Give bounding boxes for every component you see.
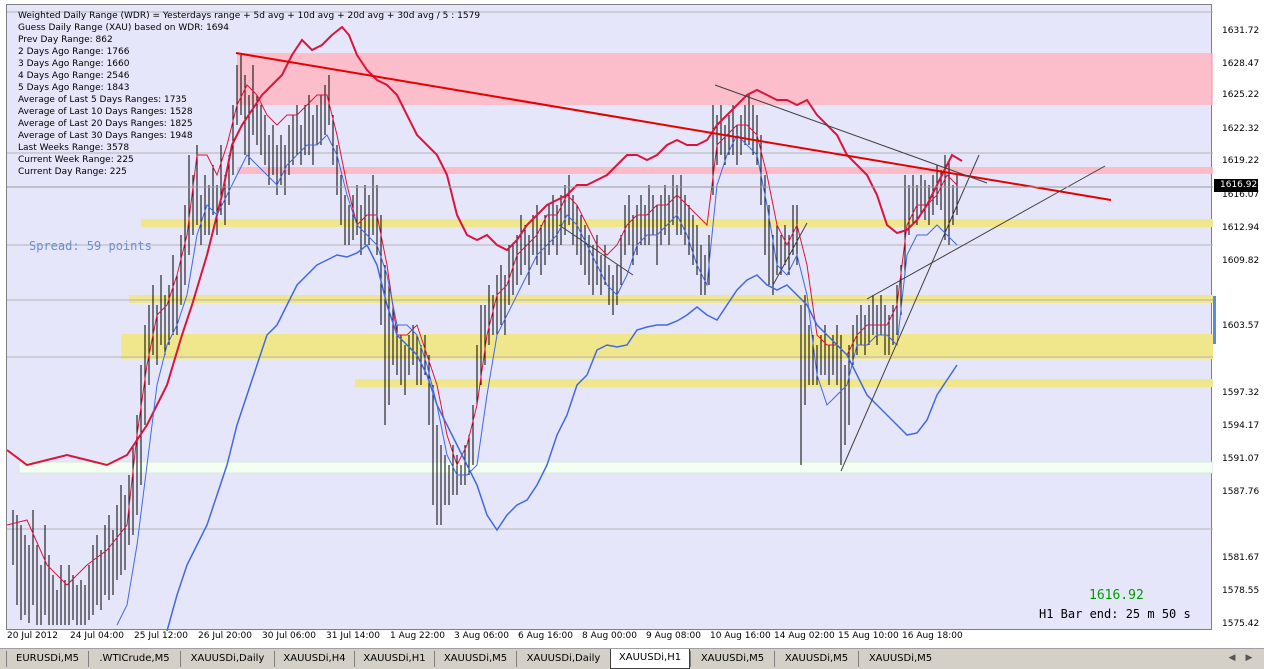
level-label: 1600.70 xyxy=(1222,353,1260,363)
time-tick: 15 Aug 10:00 xyxy=(838,631,899,641)
info-line: Guess Daily Range (XAU) based on WDR: 16… xyxy=(18,23,229,33)
info-line: 5 Days Ago Range: 1843 xyxy=(18,83,130,93)
level-label: 1633.39 xyxy=(1222,6,1260,16)
time-tick: 9 Aug 08:00 xyxy=(646,631,701,641)
info-line: Current Day Range: 225 xyxy=(18,167,127,177)
tab-xauusdi-m5[interactable]: XAUUSDi,M5 xyxy=(434,651,516,667)
price-tick: 1581.67 xyxy=(1222,553,1260,563)
level-label: 1618.37 xyxy=(1222,167,1260,177)
tab-xauusdi-h1-active[interactable]: XAUUSDi,H1 xyxy=(610,649,690,669)
chart-window[interactable]: Weighted Daily Range (WDR) = Yesterdays … xyxy=(0,0,1264,648)
thin-trendline-2 xyxy=(840,154,980,472)
price-tick: 1603.57 xyxy=(1222,321,1260,331)
price-tick: 1628.47 xyxy=(1222,59,1260,69)
time-tick: 1 Aug 22:00 xyxy=(390,631,445,641)
thin-trendline-4 xyxy=(558,224,634,276)
time-tick: 3 Aug 06:00 xyxy=(454,631,509,641)
price-scale-marker[interactable] xyxy=(1213,296,1216,344)
level-label: 1602.50 xyxy=(1222,335,1260,345)
time-tick: 8 Aug 00:00 xyxy=(582,631,637,641)
price-chart-area[interactable]: Weighted Daily Range (WDR) = Yesterdays … xyxy=(6,4,1213,631)
level-label: 1611.44 xyxy=(1222,239,1260,249)
info-line: Average of Last 5 Days Ranges: 1735 xyxy=(18,95,187,105)
time-tick: 31 Jul 14:00 xyxy=(326,631,380,641)
triangle-right-icon[interactable]: ▶ xyxy=(1243,652,1255,665)
tab-xauusdi-daily-2[interactable]: XAUUSDi,Daily xyxy=(516,651,610,667)
time-tick: 14 Aug 02:00 xyxy=(774,631,835,641)
tab-eurusdi-m5[interactable]: EURUSDi,M5 xyxy=(6,651,88,667)
current-price-marker: 1616.92 xyxy=(1214,179,1258,192)
time-tick: 30 Jul 06:00 xyxy=(262,631,316,641)
level-label: 1589.76 xyxy=(1222,467,1260,477)
tab-wticrude-m5[interactable]: .WTICrude,M5 xyxy=(88,651,180,667)
price-tick: 1575.42 xyxy=(1222,619,1260,629)
info-line: 2 Days Ago Range: 1766 xyxy=(18,47,130,57)
tab-xauusdi-m5-4[interactable]: XAUUSDi,M5 xyxy=(858,651,942,667)
low-zone xyxy=(18,461,1213,474)
info-line: Average of Last 10 Days Ranges: 1528 xyxy=(18,107,193,117)
tab-xauusdi-m5-3[interactable]: XAUUSDi,M5 xyxy=(774,651,858,667)
support-zone-4 xyxy=(355,379,1213,387)
info-line: Last Weeks Range: 3578 xyxy=(18,143,130,153)
support-zone-3 xyxy=(121,334,1213,359)
chart-tab-bar: EURUSDi,M5 .WTICrude,M5 XAUUSDi,Daily XA… xyxy=(0,648,1264,669)
level-label: 1606.37 xyxy=(1222,294,1260,304)
spread-label: Spread: 59 points xyxy=(29,239,152,253)
time-tick: 20 Jul 2012 xyxy=(7,631,58,641)
price-tick: 1578.55 xyxy=(1222,586,1260,596)
time-tick: 6 Aug 16:00 xyxy=(518,631,573,641)
info-line: Weighted Daily Range (WDR) = Yesterdays … xyxy=(18,11,481,21)
info-panel: Weighted Daily Range (WDR) = Yesterdays … xyxy=(18,10,480,178)
current-price-marker-label: 1616.92 xyxy=(1220,180,1258,190)
price-tick: 1587.76 xyxy=(1222,487,1260,497)
tab-xauusdi-daily[interactable]: XAUUSDi,Daily xyxy=(180,651,274,667)
level-label: 1624.76 xyxy=(1222,98,1260,108)
bar-end-timer: H1 Bar end: 25 m 50 s xyxy=(1039,607,1191,621)
price-tick: 1594.17 xyxy=(1222,421,1260,431)
price-tick: 1631.72 xyxy=(1222,26,1260,36)
info-line: 3 Days Ago Range: 1660 xyxy=(18,59,130,69)
info-line: 4 Days Ago Range: 2546 xyxy=(18,71,130,81)
tab-xauusdi-m5-2[interactable]: XAUUSDi,M5 xyxy=(690,651,774,667)
info-line: Average of Last 30 Days Ranges: 1948 xyxy=(18,131,193,141)
thin-trendline-3 xyxy=(866,165,1106,300)
time-tick: 25 Jul 12:00 xyxy=(134,631,188,641)
info-line: Average of Last 20 Days Ranges: 1825 xyxy=(18,119,193,129)
time-tick: 26 Jul 20:00 xyxy=(198,631,252,641)
price-tick: 1591.07 xyxy=(1222,454,1260,464)
level-label: 1584.57 xyxy=(1222,522,1260,532)
current-price-display: 1616.92 xyxy=(1089,588,1144,603)
info-line: Current Week Range: 225 xyxy=(18,155,134,165)
time-tick: 16 Aug 18:00 xyxy=(902,631,963,641)
price-tick: 1622.32 xyxy=(1222,124,1260,134)
time-tick: 10 Aug 16:00 xyxy=(710,631,771,641)
triangle-left-icon[interactable]: ◀ xyxy=(1226,652,1238,665)
time-tick: 24 Jul 04:00 xyxy=(70,631,124,641)
price-tick: 1609.82 xyxy=(1222,256,1260,266)
price-tick: 1612.94 xyxy=(1222,223,1260,233)
tab-xauusdi-h4[interactable]: XAUUSDi,H4 xyxy=(274,651,354,667)
info-line: Prev Day Range: 862 xyxy=(18,35,113,45)
price-tick: 1597.32 xyxy=(1222,388,1260,398)
tab-xauusdi-h1[interactable]: XAUUSDi,H1 xyxy=(354,651,434,667)
